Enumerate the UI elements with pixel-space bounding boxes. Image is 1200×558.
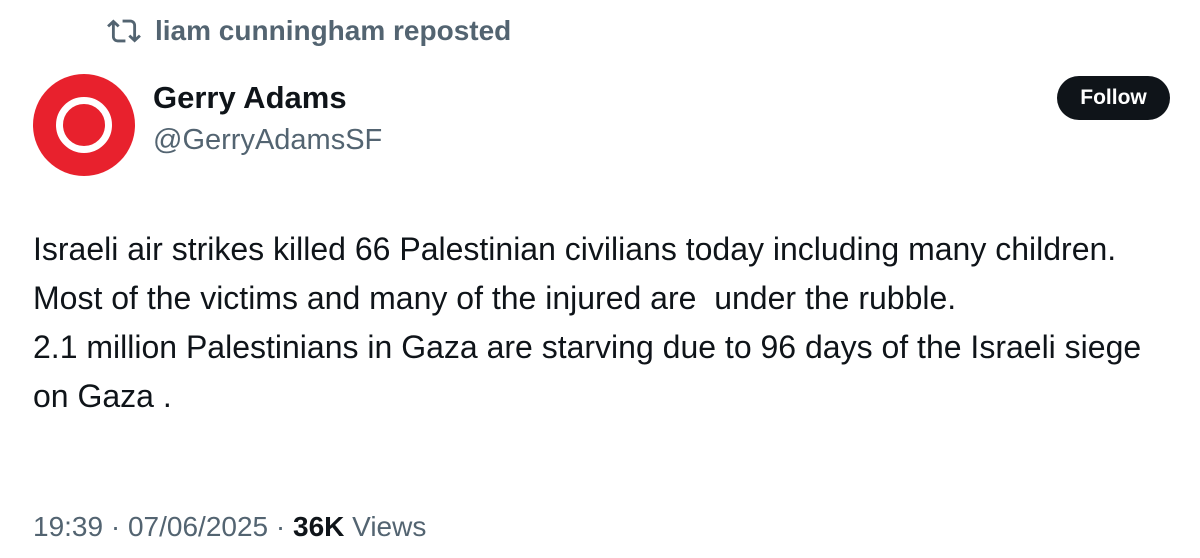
repost-text: liam cunningham reposted: [155, 15, 512, 46]
tweet-meta: 19:39 · 07/06/2025 · 36K Views: [33, 511, 426, 543]
views-label[interactable]: Views: [352, 511, 426, 543]
repost-context[interactable]: liam cunningham reposted: [107, 14, 511, 48]
tweet-paragraph: Israeli air strikes killed 66 Palestinia…: [33, 231, 1126, 316]
avatar[interactable]: [33, 74, 135, 176]
tweet-time[interactable]: 19:39: [33, 511, 103, 543]
tweet-date[interactable]: 07/06/2025: [128, 511, 268, 543]
views-space: [344, 511, 352, 543]
views-count[interactable]: 36K: [293, 511, 344, 543]
meta-separator: ·: [103, 511, 128, 542]
tweet-text: Israeli air strikes killed 66 Palestinia…: [33, 225, 1173, 421]
meta-separator: ·: [268, 511, 293, 542]
tweet: liam cunningham reposted Gerry Adams @Ge…: [0, 0, 1200, 558]
tweet-paragraph: 2.1 million Palestinians in Gaza are sta…: [33, 329, 1151, 414]
avatar-logo-ring: [56, 97, 112, 153]
repost-icon: [107, 19, 141, 43]
follow-button[interactable]: Follow: [1057, 76, 1170, 120]
author-name[interactable]: Gerry Adams: [153, 80, 347, 116]
author-handle[interactable]: @GerryAdamsSF: [153, 124, 382, 157]
